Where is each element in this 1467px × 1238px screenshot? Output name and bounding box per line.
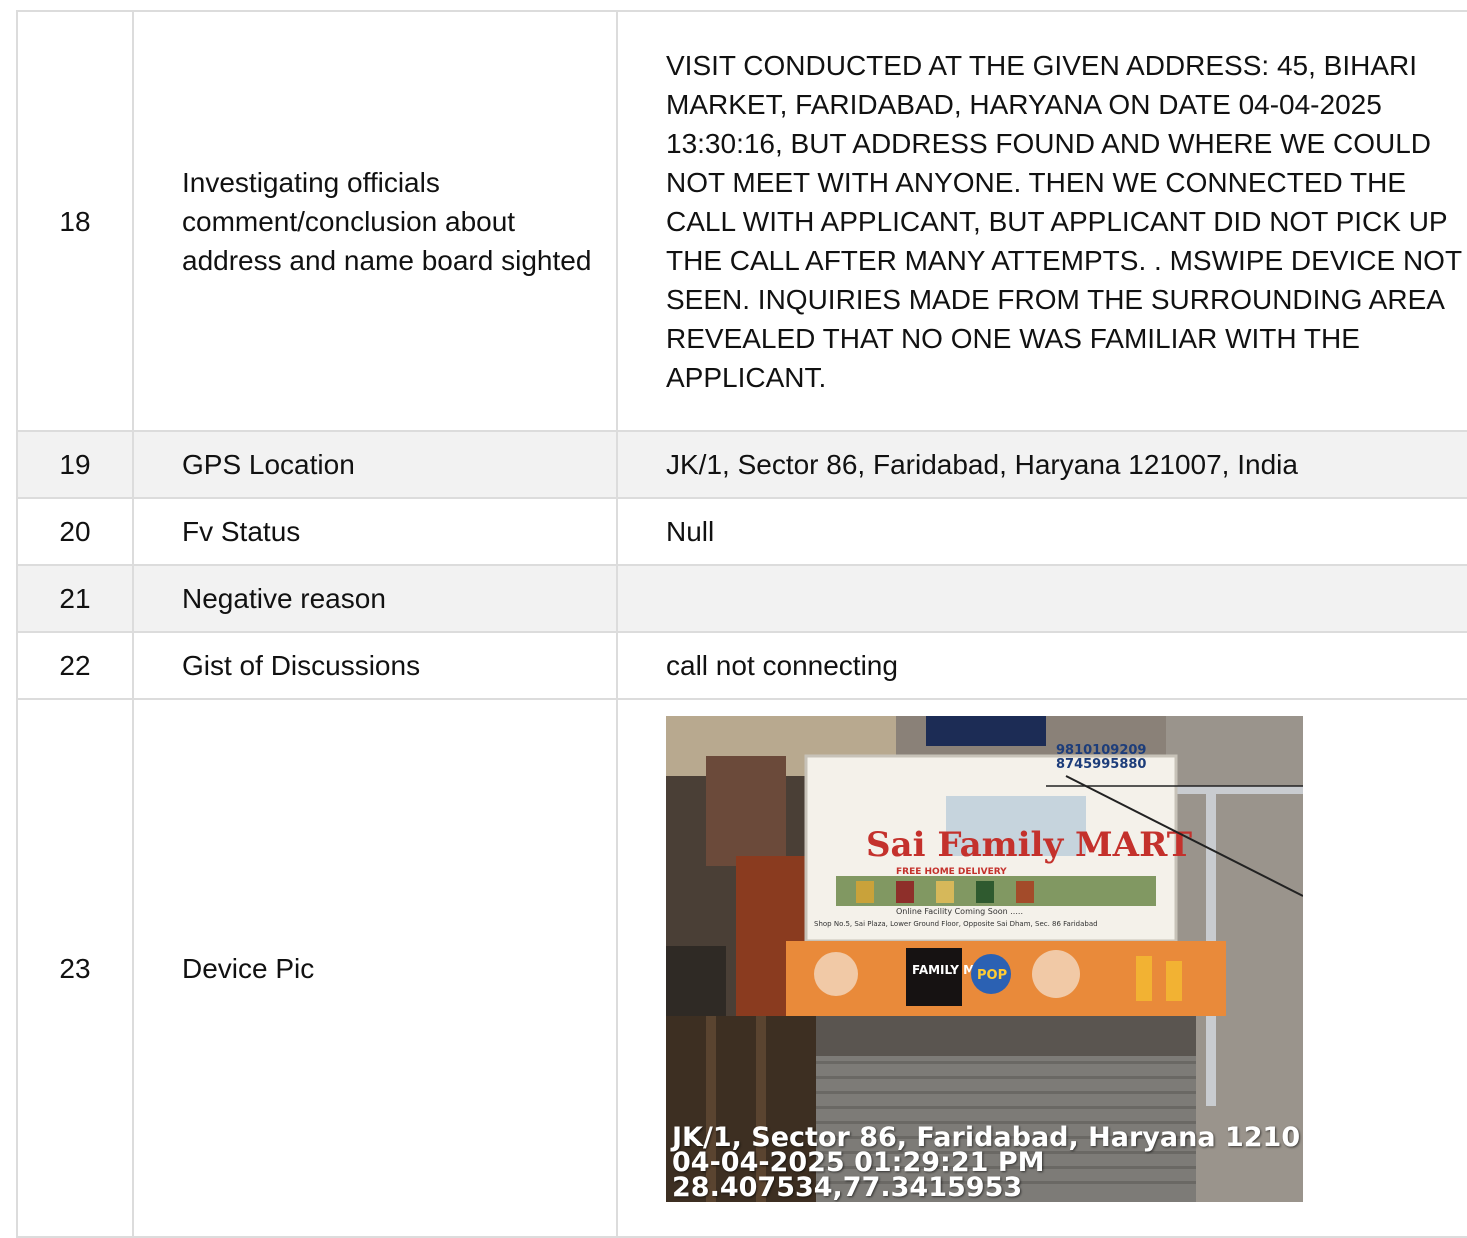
row-label: Investigating officials comment/conclusi… — [132, 10, 618, 432]
row-number: 19 — [16, 430, 134, 499]
table-row: 19 GPS Location JK/1, Sector 86, Faridab… — [16, 430, 1467, 499]
row-label: Negative reason — [132, 564, 618, 633]
sign-phone-2: 8745995880 — [1056, 757, 1146, 772]
row-number: 22 — [16, 631, 134, 700]
row-number: 18 — [16, 10, 134, 432]
sign-address: Shop No.5, Sai Plaza, Lower Ground Floor… — [814, 920, 1098, 928]
table-row: 18 Investigating officials comment/concl… — [16, 10, 1467, 432]
table-row: 22 Gist of Discussions call not connecti… — [16, 631, 1467, 700]
row-label: Fv Status — [132, 497, 618, 566]
row-value: call not connecting — [616, 631, 1467, 700]
report-section: 18 Investigating officials comment/concl… — [16, 10, 1467, 1238]
overlay-coordinates: 28.407534,77.3415953 — [672, 1172, 1023, 1202]
row-label: Gist of Discussions — [132, 631, 618, 700]
row-number: 23 — [16, 698, 134, 1238]
row-number: 20 — [16, 497, 134, 566]
table-row: 21 Negative reason — [16, 564, 1467, 633]
row-value: JK/1, Sector 86, Faridabad, Haryana 1210… — [616, 430, 1467, 499]
device-photo: Sai Family MART 9810109209 8745995880 FR… — [666, 716, 1303, 1202]
row-number: 21 — [16, 564, 134, 633]
sign-brand: Sai Family MART — [866, 825, 1192, 865]
row-label: GPS Location — [132, 430, 618, 499]
row-value: VISIT CONDUCTED AT THE GIVEN ADDRESS: 45… — [616, 10, 1467, 432]
table-row: 23 Device Pic Sai Family MART 9810109209… — [16, 698, 1467, 1238]
sign-online: Online Facility Coming Soon ..... — [896, 907, 1023, 916]
banner-pop: POP — [977, 968, 1007, 983]
photo-geotag-overlay: JK/1, Sector 86, Faridabad, Haryana 1210… — [672, 1124, 1300, 1202]
device-pic-cell: Sai Family MART 9810109209 8745995880 FR… — [616, 698, 1467, 1238]
sign-phone-1: 9810109209 — [1056, 743, 1146, 758]
row-value: Null — [616, 497, 1467, 566]
row-value — [616, 564, 1467, 633]
table-row: 20 Fv Status Null — [16, 497, 1467, 566]
sign-delivery: FREE HOME DELIVERY — [896, 867, 1007, 877]
verification-table: 18 Investigating officials comment/concl… — [16, 10, 1467, 1238]
row-label: Device Pic — [132, 698, 618, 1238]
